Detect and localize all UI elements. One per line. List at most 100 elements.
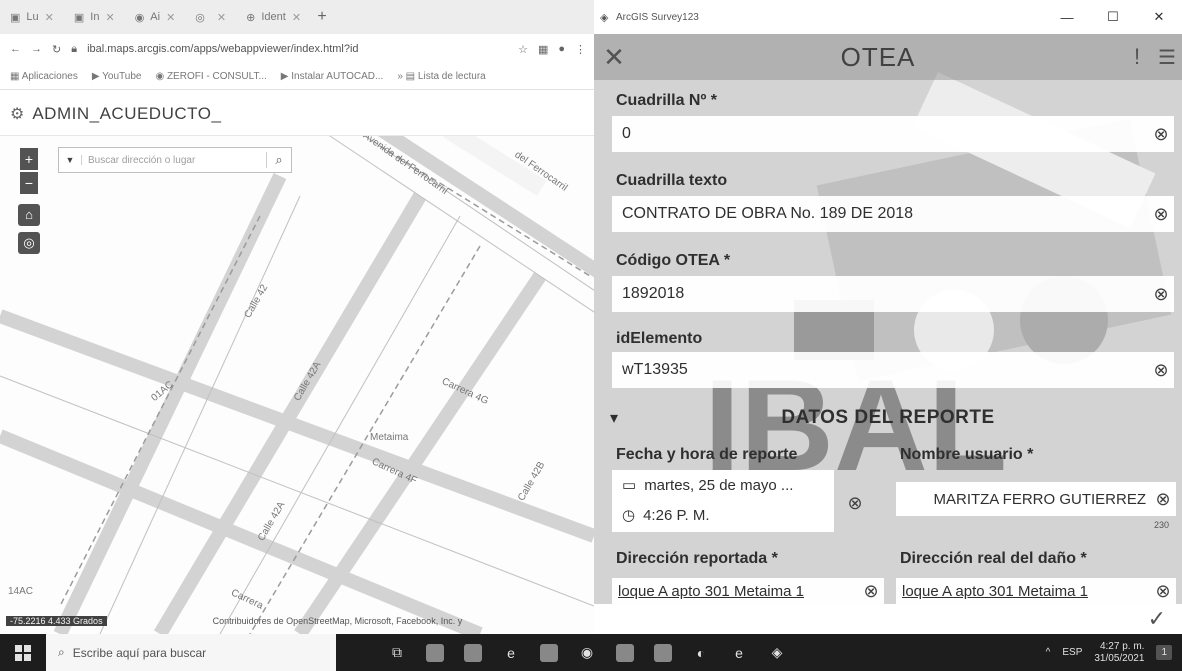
alert-icon[interactable]: ! [1122, 44, 1152, 70]
browser-tab[interactable]: ▣ In ✕ [64, 4, 125, 30]
idelemento-field[interactable]: wT13935 ⊗ [612, 352, 1174, 388]
clear-icon[interactable]: ⊗ [842, 490, 868, 516]
tab-favicon-icon: ◎ [195, 11, 205, 24]
usuario-field[interactable]: MARITZA FERRO GUTIERREZ ⊗ [896, 482, 1176, 516]
chrome-icon[interactable]: ◉ [568, 634, 606, 671]
window-close-button[interactable]: ✕ [1136, 9, 1182, 25]
time-row[interactable]: ◷ 4:26 P. M. [612, 500, 834, 530]
lock-icon: 🔒︎ [71, 42, 78, 55]
clear-icon[interactable]: ⊗ [1148, 121, 1174, 147]
bookmark-item[interactable]: ▦ Aplicaciones [10, 71, 78, 82]
task-view-icon[interactable]: ⧉ [378, 634, 416, 671]
tab-close-icon[interactable]: ✕ [105, 11, 114, 24]
app-icon[interactable]: ◐ [682, 634, 720, 671]
app-title: ADMIN_ACUEDUCTO_ [32, 103, 222, 123]
tab-favicon-icon: ◉ [134, 11, 145, 24]
bookmark-item[interactable]: » ▤ Lista de lectura [397, 71, 485, 82]
profile-icon[interactable]: ● [558, 43, 565, 55]
browser-tab[interactable]: ◉ Ai ✕ [125, 4, 186, 30]
form-header: ✕ OTEA ! ☰ [594, 34, 1182, 80]
coordinate-readout: -75.2216 4.433 Grados [6, 616, 107, 626]
tab-favicon-icon: ▣ [73, 11, 85, 24]
browser-tab-active[interactable]: ⊕ Ident ✕ [236, 4, 311, 30]
section-header[interactable]: ▾ DATOS DEL REPORTE [594, 398, 1182, 438]
back-icon[interactable]: ← [10, 43, 21, 55]
taskbar-search-input[interactable]: Escribe aquí para buscar [73, 646, 206, 660]
search-icon[interactable]: ⌕ [266, 152, 291, 168]
tab-close-icon[interactable]: ✕ [166, 11, 175, 24]
forward-icon[interactable]: → [31, 43, 42, 55]
cuadrilla-texto-field[interactable]: CONTRATO DE OBRA No. 189 DE 2018 ⊗ [612, 196, 1174, 232]
zoom-out-button[interactable]: − [20, 172, 38, 194]
tab-close-icon[interactable]: ✕ [45, 11, 54, 24]
clear-icon[interactable]: ⊗ [1148, 201, 1174, 227]
search-source-dropdown[interactable]: ▼ [59, 155, 82, 165]
tab-favicon-icon: ⊕ [246, 11, 256, 24]
codigo-otea-value: 1892018 [622, 285, 685, 302]
tray-chevron-icon[interactable]: ^ [1046, 647, 1051, 658]
taskbar-clock[interactable]: 4:27 p. m. 31/05/2021 [1094, 641, 1144, 665]
clear-icon[interactable]: ⊗ [1150, 578, 1176, 604]
clear-icon[interactable]: ⊗ [858, 578, 884, 604]
zoom-in-button[interactable]: + [20, 148, 38, 170]
clear-icon[interactable]: ⊗ [1148, 281, 1174, 307]
tab-favicon-icon: ▣ [10, 11, 21, 24]
taskbar-apps: ⧉ e ◉ ◐ e ◈ [378, 634, 796, 671]
tab-close-icon[interactable]: ✕ [292, 11, 301, 24]
home-button[interactable]: ⌂ [18, 204, 40, 226]
bookmark-item[interactable]: ▶ Instalar AUTOCAD... [281, 71, 384, 82]
edge-icon[interactable]: e [492, 634, 530, 671]
usuario-value: MARITZA FERRO GUTIERREZ [933, 490, 1146, 508]
star-icon[interactable]: ☆ [518, 43, 528, 56]
direccion-field[interactable]: loque A apto 301 Metaima 1 ⊗ [612, 578, 884, 604]
app-icon[interactable] [644, 634, 682, 671]
language-indicator[interactable]: ESP [1062, 647, 1082, 658]
map-attribution: Contribuidores de OpenStreetMap, Microso… [212, 616, 463, 626]
maximize-button[interactable]: ☐ [1090, 9, 1136, 25]
survey123-taskbar-icon[interactable]: ◈ [758, 634, 796, 671]
locate-button[interactable]: ◎ [18, 232, 40, 254]
ie-icon[interactable]: e [720, 634, 758, 671]
start-button[interactable] [0, 634, 46, 671]
bookmark-item[interactable]: ◉ ZEROFI - CONSULT... [155, 71, 266, 82]
minimize-button[interactable]: — [1044, 10, 1090, 25]
bookmark-item[interactable]: ▶ YouTube [92, 71, 142, 82]
new-tab-button[interactable]: + [311, 8, 333, 26]
clear-icon[interactable]: ⊗ [1148, 357, 1174, 383]
survey123-window: IBAL ◈ ArcGIS Survey123 — ☐ ✕ ✕ OTEA ! ☰… [594, 0, 1182, 634]
zoom-controls: + − [20, 148, 40, 196]
codigo-otea-field[interactable]: 1892018 ⊗ [612, 276, 1174, 312]
direccion-real-field[interactable]: loque A apto 301 Metaima 1 ⊗ [896, 578, 1176, 604]
app-icon[interactable] [454, 634, 492, 671]
browser-tab[interactable]: ◎ ✕ [185, 4, 236, 30]
map-search-input[interactable]: Buscar dirección o lugar [82, 155, 266, 166]
close-form-icon[interactable]: ✕ [594, 42, 634, 73]
browser-tab[interactable]: ▣ Lu ✕ [0, 4, 64, 30]
word-icon[interactable] [606, 634, 644, 671]
fecha-field[interactable]: ▭ martes, 25 de mayo ... ◷ 4:26 P. M. [612, 470, 834, 532]
clear-icon[interactable]: ⊗ [1150, 486, 1176, 512]
cuadrilla-label: Cuadrilla Nº * [616, 92, 717, 109]
tab-close-icon[interactable]: ✕ [217, 11, 226, 24]
date-row[interactable]: ▭ martes, 25 de mayo ... [612, 470, 834, 500]
file-explorer-icon[interactable] [416, 634, 454, 671]
direccion-label: Dirección reportada * [616, 550, 778, 567]
taskbar-search[interactable]: ⌕ Escribe aquí para buscar [46, 634, 336, 671]
windows-taskbar: ⌕ Escribe aquí para buscar ⧉ e ◉ ◐ e ◈ ^… [0, 634, 1182, 671]
browser-menu-icon[interactable]: ⋮ [575, 43, 594, 56]
extensions-icon[interactable]: ▦ [538, 43, 548, 56]
idelemento-value: wT13935 [622, 361, 688, 378]
chevron-down-icon[interactable]: ▾ [594, 408, 634, 428]
url-field[interactable]: ibal.maps.arcgis.com/apps/webappviewer/i… [87, 43, 508, 55]
notification-icon[interactable]: 1 [1156, 645, 1172, 660]
window-titlebar: ◈ ArcGIS Survey123 — ☐ ✕ [594, 0, 1182, 34]
window-title: ArcGIS Survey123 [616, 11, 699, 23]
system-tray: ^ ESP 4:27 p. m. 31/05/2021 1 [1046, 634, 1182, 671]
reload-icon[interactable]: ↻ [52, 43, 61, 56]
submit-check-icon[interactable]: ✓ [1148, 606, 1166, 632]
cuadrilla-field[interactable]: 0 ⊗ [612, 116, 1174, 152]
map-view[interactable]: Avenida del Ferrocarril del Ferrocarril … [0, 136, 594, 634]
menu-icon[interactable]: ☰ [1152, 45, 1182, 70]
store-icon[interactable] [530, 634, 568, 671]
survey123-logo-icon: ◈ [600, 11, 609, 24]
